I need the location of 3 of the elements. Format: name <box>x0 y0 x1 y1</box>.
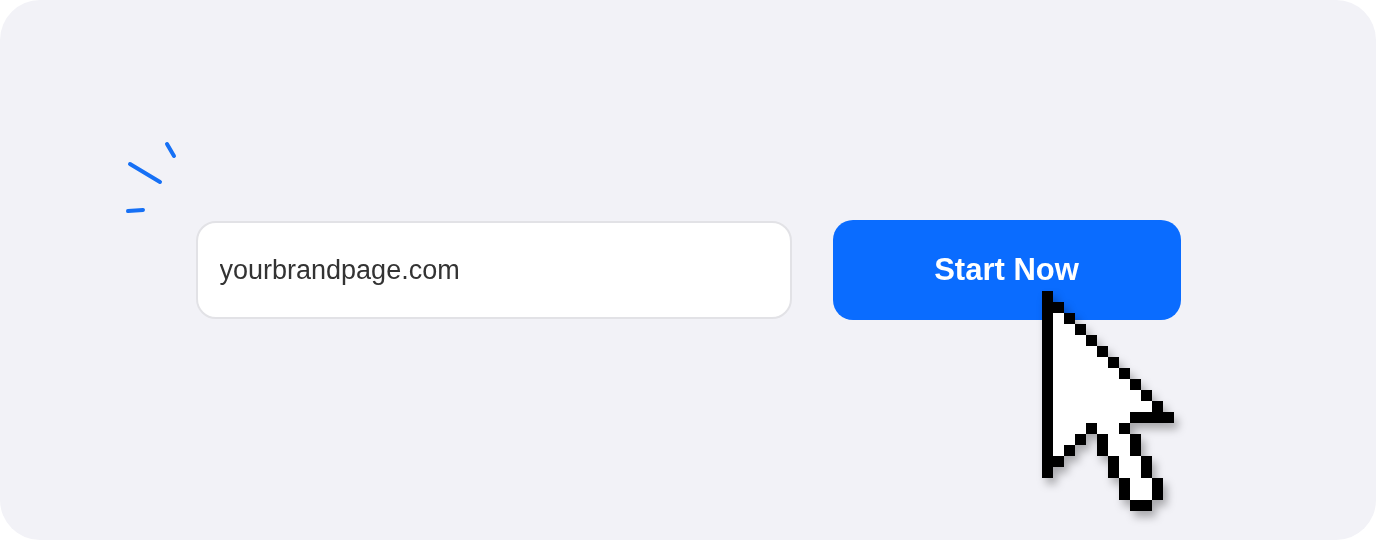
pointer-cursor-icon <box>1042 291 1174 511</box>
start-now-button[interactable]: Start Now <box>832 220 1181 320</box>
url-input-field[interactable]: yourbrandpage.com <box>195 221 792 319</box>
